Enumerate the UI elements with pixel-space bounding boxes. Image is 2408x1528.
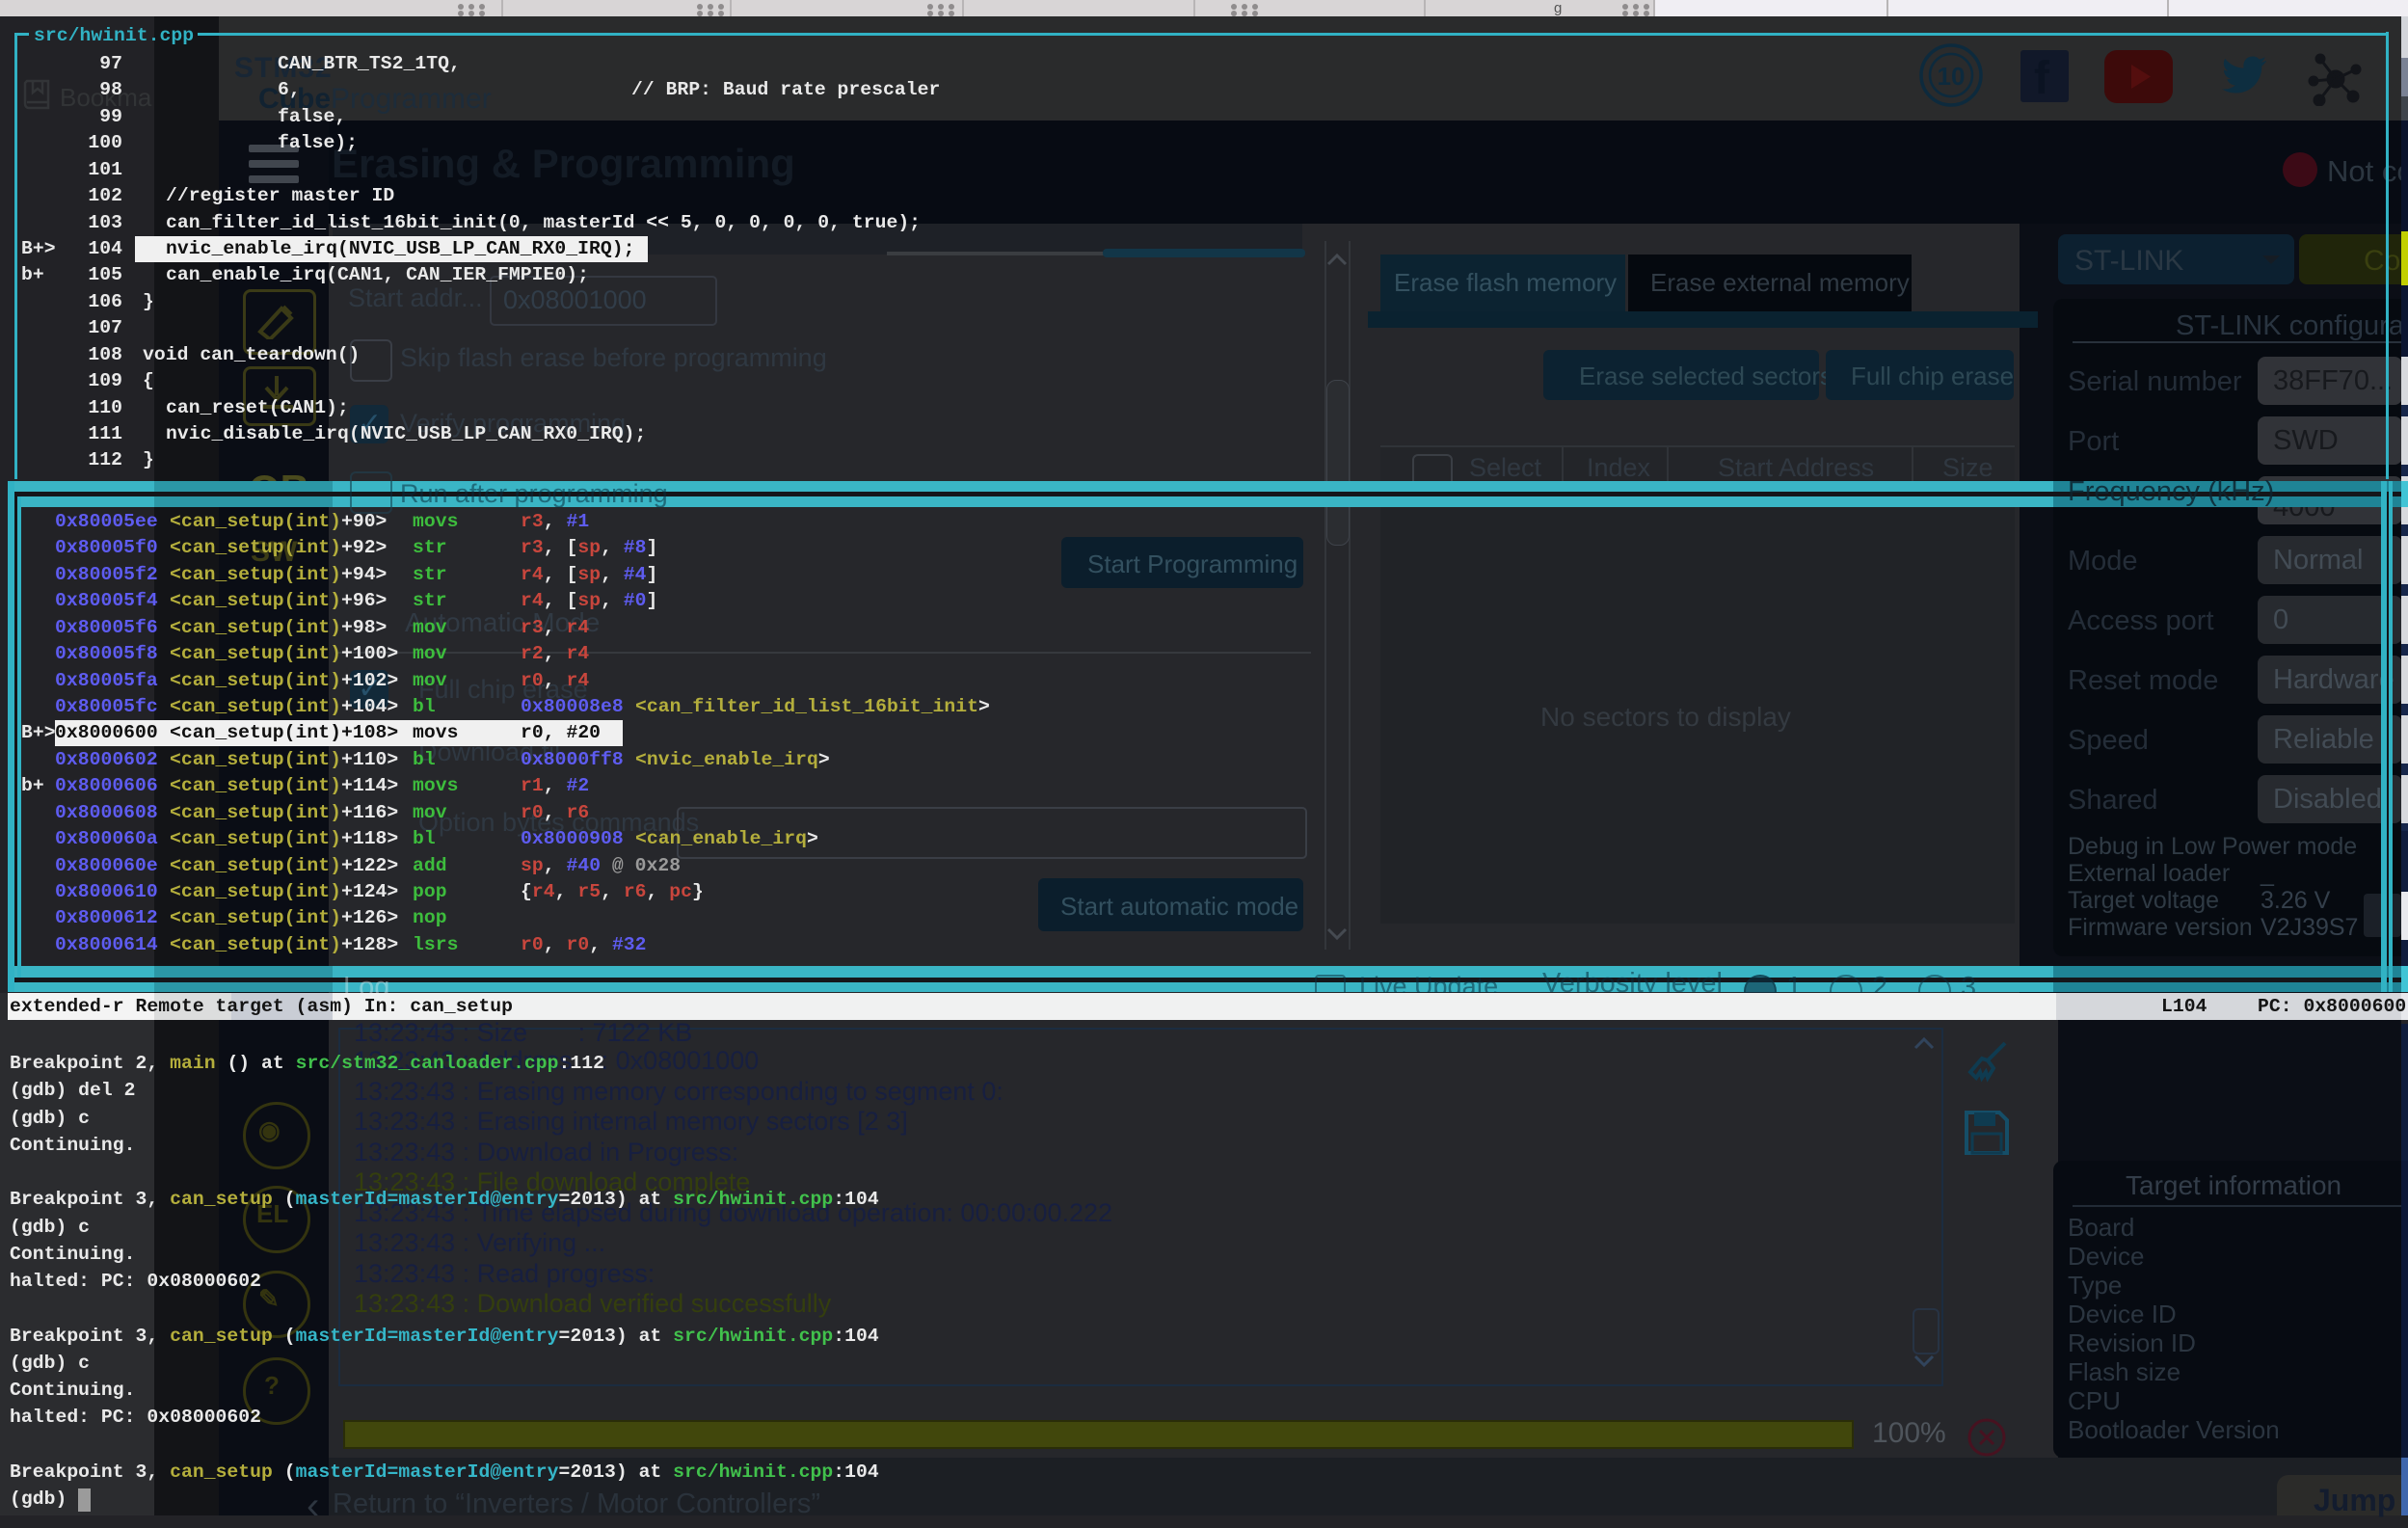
svg-text:10: 10 — [1938, 62, 1966, 91]
